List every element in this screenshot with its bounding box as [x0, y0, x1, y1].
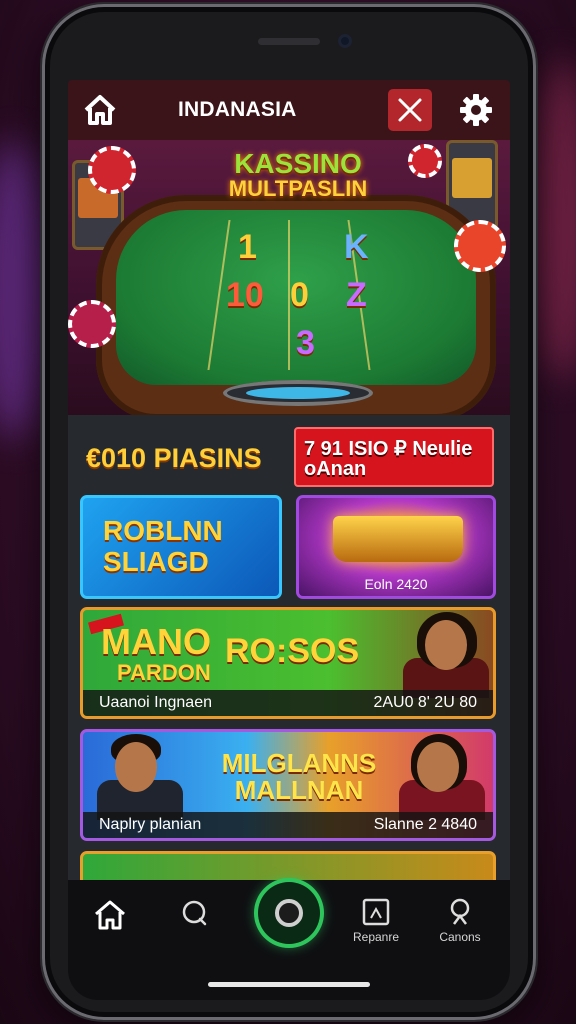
banner-caption-right: Slanne 2 4840: [373, 816, 477, 833]
promo-left[interactable]: €010 PIASINS: [86, 433, 284, 483]
game-card-roblnn[interactable]: ROBLNN SLIAGD: [80, 495, 282, 599]
app-screen: INDANASIA 1 K 10 0 Z 3 KASSINO MULTPASLI…: [68, 80, 510, 1000]
nav-search[interactable]: [164, 894, 224, 954]
promo-right-button[interactable]: 7 91 ISIO ₽ Neulie oAnan: [294, 427, 494, 487]
poker-chip: [408, 144, 442, 178]
table-symbol: K: [344, 228, 369, 266]
search-icon: [182, 900, 207, 926]
close-icon: [398, 98, 422, 122]
home-icon[interactable]: [82, 92, 118, 128]
table-symbol: 3: [296, 324, 315, 362]
home-indicator[interactable]: [208, 982, 370, 987]
table-pot-glow: [246, 387, 350, 399]
background-glow-right: [530, 60, 576, 380]
close-button[interactable]: [388, 89, 432, 131]
promo-row: €010 PIASINS 7 91 ISIO ₽ Neulie oAnan: [80, 427, 498, 487]
game-card-treasure[interactable]: Eoln 2420: [296, 495, 496, 599]
table-symbol: Z: [346, 276, 367, 314]
banner-title: MILGLANNS MALLNAN: [221, 748, 377, 806]
play-icon: [275, 899, 303, 927]
hero-banner[interactable]: 1 K 10 0 Z 3 KASSINO MULTPASLIN: [68, 140, 510, 420]
table-symbol: 1: [238, 228, 257, 266]
app-title: INDANASIA: [178, 98, 297, 121]
game-banner-milglanns[interactable]: MILGLANNS MALLNAN Naplry planian Slanne …: [80, 729, 496, 841]
banner-title-line2: PARDON: [117, 660, 211, 685]
top-bar: INDANASIA: [68, 80, 510, 140]
promo-right-label: 7 91 ISIO ₽ Neulie oAnan: [304, 438, 473, 480]
bottom-nav: Repanre Canons: [68, 880, 510, 1000]
gear-icon[interactable]: [458, 92, 494, 128]
game-card-title: ROBLNN SLIAGD: [103, 515, 223, 577]
nav-home[interactable]: [80, 894, 140, 954]
game-card-caption: Eoln 2420: [364, 576, 428, 592]
profile-icon: [450, 898, 470, 925]
nav-receipt-label: Repanre: [352, 930, 400, 944]
banner-caption-left: Uaanoi Ingnaen: [99, 694, 212, 711]
game-banner-mano[interactable]: MANO PARDON RO:SOS Uaanoi Ingnaen 2AU0 8…: [80, 607, 496, 719]
banner-caption-right: 2AU0 8' 2U 80: [373, 694, 477, 711]
hero-title-line1: KASSINO: [234, 148, 362, 179]
nav-profile-label: Canons: [439, 930, 481, 944]
promo-left-label: €010 PIASINS: [86, 443, 262, 473]
poker-chip: [88, 146, 136, 194]
hero-title: KASSINO MULTPASLIN: [218, 150, 378, 200]
play-button[interactable]: [258, 882, 320, 944]
table-symbol: 10: [226, 276, 264, 314]
hero-title-line2: MULTPASLIN: [228, 176, 368, 201]
nav-profile[interactable]: Canons: [430, 894, 490, 954]
treasure-chest-image: [333, 516, 463, 562]
banner-title: MANO: [101, 621, 211, 662]
poker-chip: [454, 220, 506, 272]
phone-speaker: [258, 38, 320, 45]
home-icon: [95, 900, 125, 930]
table-symbol: 0: [290, 276, 309, 314]
poker-chip: [68, 300, 116, 348]
receipt-icon: [362, 898, 390, 926]
nav-receipt[interactable]: Repanre: [346, 894, 406, 954]
banner-caption-left: Naplry planian: [99, 816, 202, 833]
game-list: €010 PIASINS 7 91 ISIO ₽ Neulie oAnan RO…: [68, 415, 510, 891]
front-camera: [338, 34, 352, 48]
banner-subtitle: RO:SOS: [225, 632, 360, 670]
